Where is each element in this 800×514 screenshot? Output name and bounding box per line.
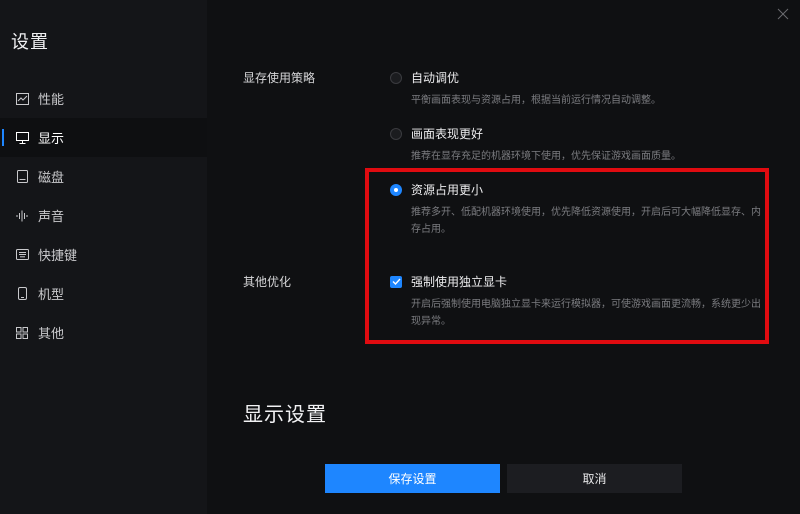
sidebar-item-label: 磁盘 (38, 171, 65, 186)
sidebar-item-performance[interactable]: 性能 (0, 79, 207, 118)
sound-icon (15, 209, 29, 223)
option-title: 画面表现更好 (411, 127, 484, 141)
phone-icon (15, 287, 29, 301)
option-description: 推荐在显存充足的机器环境下使用，优先保证游戏画面质量。 (411, 151, 681, 162)
option-description: 推荐多开、低配机器环境使用，优先降低资源使用，开启后可大幅降低显存、内存占用。 (411, 207, 761, 235)
option-auto-tune-row[interactable]: 自动调优 (390, 69, 766, 86)
memory-strategy-label: 显存使用策略 (243, 71, 316, 85)
option-force-dgpu-row[interactable]: 强制使用独立显卡 (390, 273, 766, 290)
sidebar-item-other[interactable]: 其他 (0, 313, 207, 352)
grid-icon (15, 326, 29, 340)
save-settings-button[interactable]: 保存设置 (325, 464, 500, 493)
option-title: 自动调优 (411, 71, 460, 85)
option-auto-tune: 自动调优 平衡画面表现与资源占用，根据当前运行情况自动调整。 (390, 69, 766, 109)
settings-window: 设置 性能 显示 磁盘 声音 快捷键 机型 其他 显存使用策略 自动调优 平衡画… (0, 0, 800, 514)
auto-tune-radio[interactable] (390, 71, 402, 84)
sidebar-item-label: 性能 (38, 93, 65, 108)
display-settings-heading: 显示设置 (243, 402, 327, 426)
sidebar-item-label: 声音 (38, 210, 65, 225)
sidebar-item-label: 快捷键 (38, 249, 78, 264)
option-lower-usage-row[interactable]: 资源占用更小 (390, 181, 766, 198)
option-description: 开启后强制使用电脑独立显卡来运行模拟器，可使游戏画面更流畅，系统更少出现异常。 (411, 299, 761, 327)
lower-usage-radio[interactable] (390, 183, 402, 196)
sidebar-item-disk[interactable]: 磁盘 (0, 157, 207, 196)
option-description: 平衡画面表现与资源占用，根据当前运行情况自动调整。 (411, 95, 661, 106)
option-force-dgpu: 强制使用独立显卡 开启后强制使用电脑独立显卡来运行模拟器，可使游戏画面更流畅，系… (390, 273, 766, 330)
sidebar-item-device-model[interactable]: 机型 (0, 274, 207, 313)
option-title: 强制使用独立显卡 (411, 275, 508, 289)
chart-icon (15, 92, 29, 106)
option-better-visuals: 画面表现更好 推荐在显存充足的机器环境下使用，优先保证游戏画面质量。 (390, 125, 766, 165)
sidebar-item-display[interactable]: 显示 (0, 118, 207, 157)
checkmark-icon (392, 278, 401, 285)
option-title: 资源占用更小 (411, 183, 484, 197)
sidebar-item-label: 其他 (38, 327, 65, 342)
cancel-button[interactable]: 取消 (507, 464, 682, 493)
option-better-visuals-row[interactable]: 画面表现更好 (390, 125, 766, 142)
other-optimization-label: 其他优化 (243, 275, 292, 289)
monitor-icon (15, 131, 29, 145)
better-visuals-radio[interactable] (390, 127, 402, 140)
main-content: 显存使用策略 自动调优 平衡画面表现与资源占用，根据当前运行情况自动调整。 画面… (207, 0, 800, 514)
sidebar-title: 设置 (11, 32, 49, 53)
keyboard-icon (15, 248, 29, 262)
sidebar: 设置 性能 显示 磁盘 声音 快捷键 机型 其他 (0, 0, 207, 514)
sidebar-item-hotkeys[interactable]: 快捷键 (0, 235, 207, 274)
force-dgpu-checkbox[interactable] (390, 275, 402, 288)
sidebar-nav: 性能 显示 磁盘 声音 快捷键 机型 其他 (0, 79, 207, 352)
sidebar-item-label: 显示 (38, 132, 65, 147)
sidebar-item-label: 机型 (38, 288, 65, 303)
option-lower-usage: 资源占用更小 推荐多开、低配机器环境使用，优先降低资源使用，开启后可大幅降低显存… (390, 181, 766, 238)
disk-icon (15, 170, 29, 184)
sidebar-item-sound[interactable]: 声音 (0, 196, 207, 235)
